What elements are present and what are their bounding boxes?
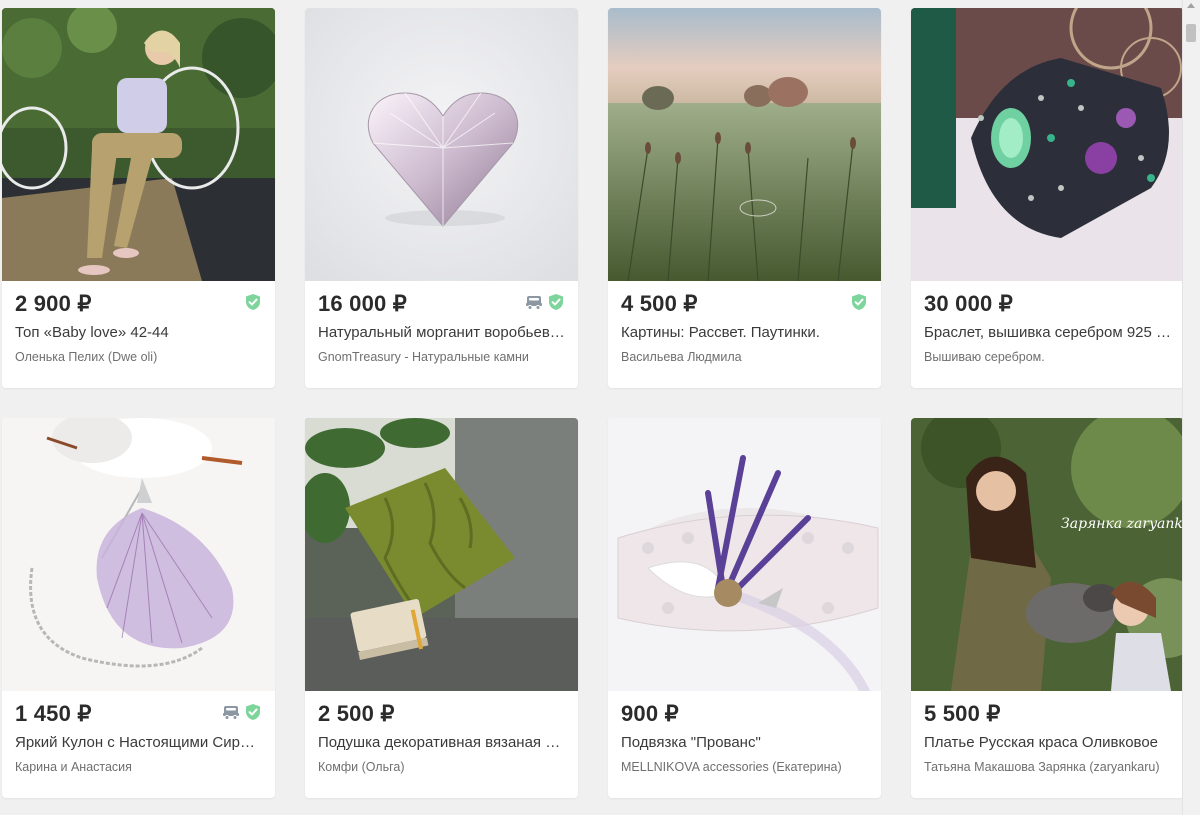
product-photo[interactable]: Зарянка zaryankaru <box>911 418 1184 691</box>
lilac-pendant-photo <box>2 418 275 691</box>
product-card[interactable]: 2 900 ₽ Топ «Baby love» 42-44 Оленька Пе… <box>2 8 275 388</box>
meadow-painting-photo <box>608 8 881 281</box>
product-price: 5 500 ₽ <box>924 701 1001 726</box>
product-card[interactable]: 900 ₽ Подвязка "Прованс" MELLNIKOVA acce… <box>608 418 881 798</box>
product-card[interactable]: 16 000 ₽ Натуральный морганит воробьев… <box>305 8 578 388</box>
product-info: 2 900 ₽ Топ «Baby love» 42-44 Оленька Пе… <box>2 281 275 365</box>
shield-check-icon <box>852 294 866 310</box>
shop-name[interactable]: Карина и Анастасия <box>15 759 262 775</box>
product-price: 2 900 ₽ <box>15 291 92 316</box>
product-info: 30 000 ₽ Браслет, вышивка серебром 925 …… <box>911 281 1184 365</box>
product-card[interactable]: 1 450 ₽ Яркий Кулон с Настоящими Сире… К… <box>2 418 275 798</box>
shop-name[interactable]: Оленька Пелих (Dwe oli) <box>15 349 262 365</box>
shop-name[interactable]: Татьяна Макашова Зарянка (zaryankaru) <box>924 759 1171 775</box>
product-photo[interactable] <box>2 418 275 691</box>
product-title[interactable]: Браслет, вышивка серебром 925 … <box>924 323 1171 343</box>
catalog-page: 2 900 ₽ Топ «Baby love» 42-44 Оленька Пе… <box>0 0 1200 815</box>
product-info: 4 500 ₽ Картины: Рассвет. Паутинки. Васи… <box>608 281 881 365</box>
product-info: 2 500 ₽ Подушка декоративная вязаная … К… <box>305 691 578 775</box>
product-info: 900 ₽ Подвязка "Прованс" MELLNIKOVA acce… <box>608 691 881 775</box>
scrollbar-thumb[interactable] <box>1186 24 1196 42</box>
product-price: 900 ₽ <box>621 701 679 726</box>
product-badges <box>850 293 868 311</box>
product-card[interactable]: 4 500 ₽ Картины: Рассвет. Паутинки. Васи… <box>608 8 881 388</box>
product-info: 5 500 ₽ Платье Русская краса Оливковое Т… <box>911 691 1184 775</box>
vertical-scrollbar[interactable] <box>1182 0 1200 815</box>
shield-check-icon <box>549 294 563 310</box>
lavender-garter-photo <box>608 418 881 691</box>
embroidered-bracelet-photo <box>911 8 1184 281</box>
product-info: 1 450 ₽ Яркий Кулон с Настоящими Сире… К… <box>2 691 275 775</box>
product-title[interactable]: Платье Русская краса Оливковое <box>924 733 1171 753</box>
knitted-pillow-photo <box>305 418 578 691</box>
product-title[interactable]: Подвязка "Прованс" <box>621 733 868 753</box>
shield-check-icon <box>246 704 260 720</box>
product-title[interactable]: Натуральный морганит воробьев… <box>318 323 565 343</box>
shop-name[interactable]: MELLNIKOVA accessories (Екатерина) <box>621 759 868 775</box>
product-photo[interactable] <box>608 8 881 281</box>
olive-dress-photo: Зарянка zaryankaru <box>911 418 1184 691</box>
heart-gemstone-photo <box>305 8 578 281</box>
product-title[interactable]: Яркий Кулон с Настоящими Сире… <box>15 733 262 753</box>
product-card[interactable]: 2 500 ₽ Подушка декоративная вязаная … К… <box>305 418 578 798</box>
product-grid: 2 900 ₽ Топ «Baby love» 42-44 Оленька Пе… <box>2 8 1184 798</box>
shield-check-icon <box>246 294 260 310</box>
product-badges <box>525 293 565 311</box>
shop-name[interactable]: Вышиваю серебром. <box>924 349 1171 365</box>
product-title[interactable]: Картины: Рассвет. Паутинки. <box>621 323 868 343</box>
product-price: 2 500 ₽ <box>318 701 395 726</box>
product-badges <box>222 703 262 721</box>
product-photo[interactable] <box>305 8 578 281</box>
product-photo[interactable] <box>608 418 881 691</box>
scroll-up-arrow-icon[interactable] <box>1187 3 1195 8</box>
product-badges <box>244 293 262 311</box>
shop-name[interactable]: Комфи (Ольга) <box>318 759 565 775</box>
truck-icon <box>223 706 239 720</box>
product-info: 16 000 ₽ Натуральный морганит воробьев… <box>305 281 578 365</box>
product-photo[interactable] <box>2 8 275 281</box>
product-price: 4 500 ₽ <box>621 291 698 316</box>
shop-name[interactable]: GnomTreasury - Натуральные камни <box>318 349 565 365</box>
product-photo[interactable] <box>305 418 578 691</box>
truck-icon <box>526 296 542 310</box>
product-card[interactable]: 30 000 ₽ Браслет, вышивка серебром 925 …… <box>911 8 1184 388</box>
watermark-text: Зарянка zaryankaru <box>1061 516 1184 532</box>
product-title[interactable]: Подушка декоративная вязаная … <box>318 733 565 753</box>
product-title[interactable]: Топ «Baby love» 42-44 <box>15 323 262 343</box>
woman-in-white-top-photo <box>2 8 275 281</box>
product-card[interactable]: Зарянка zaryankaru 5 500 ₽ Платье Русска… <box>911 418 1184 798</box>
product-price: 30 000 ₽ <box>924 291 1013 316</box>
shop-name[interactable]: Васильева Людмила <box>621 349 868 365</box>
product-photo[interactable] <box>911 8 1184 281</box>
